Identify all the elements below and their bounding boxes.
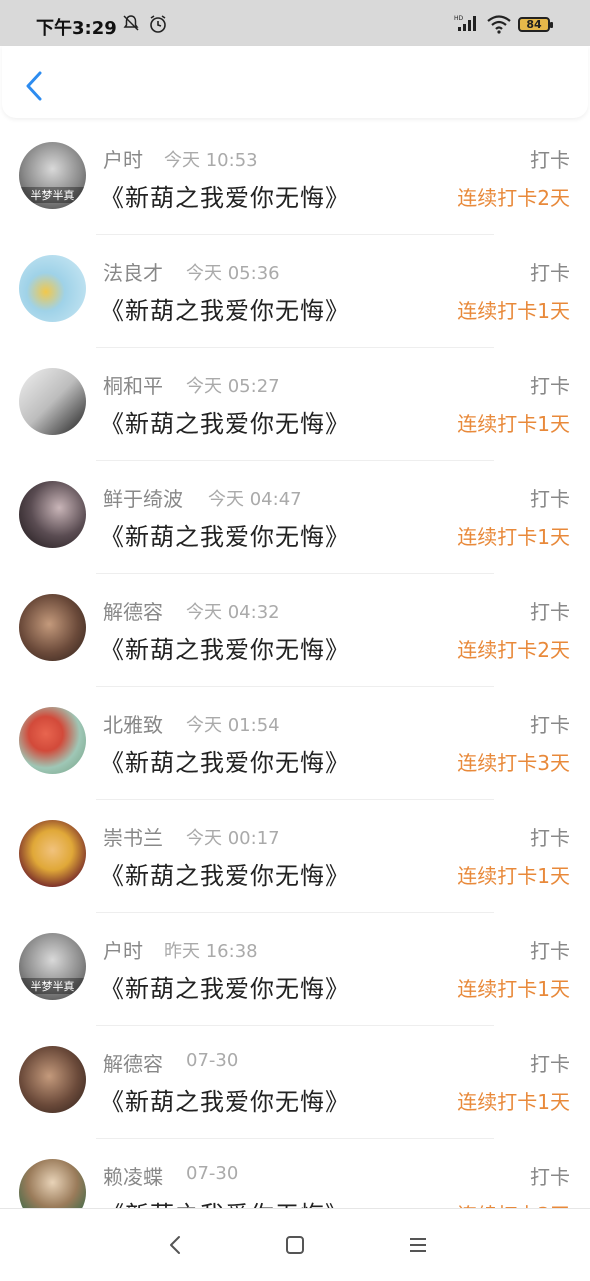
list-item[interactable]: 鲜于绮波 今天 04:47 《新葫之我爱你无悔》 打卡 连续打卡1天 bbox=[0, 461, 590, 574]
checkin-label: 打卡 bbox=[530, 1052, 570, 1076]
book-title[interactable]: 《新葫之我爱你无悔》 bbox=[100, 969, 350, 1004]
signal-icon: HD bbox=[454, 15, 476, 31]
checkin-time: 今天 01:54 bbox=[186, 715, 280, 736]
avatar[interactable]: 半梦半真 bbox=[19, 142, 86, 209]
checkin-label: 打卡 bbox=[530, 148, 570, 172]
book-title[interactable]: 《新葫之我爱你无悔》 bbox=[100, 743, 350, 778]
book-title[interactable]: 《新葫之我爱你无悔》 bbox=[100, 630, 350, 665]
avatar-watermark: 半梦半真 bbox=[19, 978, 86, 994]
list-item[interactable]: 桐和平 今天 05:27 《新葫之我爱你无悔》 打卡 连续打卡1天 bbox=[0, 348, 590, 461]
checkin-label: 打卡 bbox=[530, 939, 570, 963]
list-item[interactable]: 北雅致 今天 01:54 《新葫之我爱你无悔》 打卡 连续打卡3天 bbox=[0, 687, 590, 800]
chevron-left-icon[interactable] bbox=[22, 70, 46, 102]
checkin-time: 07-30 bbox=[186, 1050, 239, 1071]
user-name[interactable]: 法良才 bbox=[103, 257, 163, 286]
wifi-icon bbox=[487, 15, 511, 34]
avatar[interactable] bbox=[19, 820, 86, 887]
list-item[interactable]: 解德容 07-30 《新葫之我爱你无悔》 打卡 连续打卡1天 bbox=[0, 1026, 590, 1139]
user-name[interactable]: 户时 bbox=[103, 935, 143, 964]
status-time: 下午3:29 bbox=[36, 18, 117, 39]
user-name[interactable]: 桐和平 bbox=[103, 370, 163, 399]
home-icon[interactable] bbox=[283, 1233, 307, 1257]
checkin-label: 打卡 bbox=[530, 713, 570, 737]
streak-text: 连续打卡3天 bbox=[457, 751, 570, 775]
checkin-label: 打卡 bbox=[530, 261, 570, 285]
user-name[interactable]: 户时 bbox=[103, 144, 143, 173]
avatar-watermark: 半梦半真 bbox=[19, 187, 86, 203]
checkin-time: 今天 04:32 bbox=[186, 602, 280, 623]
list-item[interactable]: 解德容 今天 04:32 《新葫之我爱你无悔》 打卡 连续打卡2天 bbox=[0, 574, 590, 687]
checkin-time: 今天 00:17 bbox=[186, 828, 280, 849]
book-title[interactable]: 《新葫之我爱你无悔》 bbox=[100, 404, 350, 439]
user-name[interactable]: 崇书兰 bbox=[103, 822, 163, 851]
checkin-list: 半梦半真 户时 今天 10:53 《新葫之我爱你无悔》 打卡 连续打卡2天 法良… bbox=[0, 122, 590, 1208]
app-header bbox=[2, 46, 588, 118]
list-item[interactable]: 半梦半真 户时 今天 10:53 《新葫之我爱你无悔》 打卡 连续打卡2天 bbox=[0, 122, 590, 235]
avatar[interactable] bbox=[19, 255, 86, 322]
avatar[interactable] bbox=[19, 594, 86, 661]
checkin-label: 打卡 bbox=[530, 374, 570, 398]
book-title[interactable]: 《新葫之我爱你无悔》 bbox=[100, 1195, 350, 1208]
system-nav-bar bbox=[0, 1208, 590, 1281]
checkin-label: 打卡 bbox=[530, 1165, 570, 1189]
user-name[interactable]: 解德容 bbox=[103, 596, 163, 625]
checkin-label: 打卡 bbox=[530, 826, 570, 850]
battery-icon: 84 bbox=[518, 17, 553, 32]
mute-bell-icon bbox=[123, 15, 139, 31]
user-name[interactable]: 赖凌蝶 bbox=[103, 1161, 163, 1190]
svg-text:HD: HD bbox=[454, 15, 464, 22]
streak-text: 连续打卡1天 bbox=[457, 525, 570, 549]
list-item[interactable]: 法良才 今天 05:36 《新葫之我爱你无悔》 打卡 连续打卡1天 bbox=[0, 235, 590, 348]
checkin-time: 今天 04:47 bbox=[208, 489, 302, 510]
avatar[interactable] bbox=[19, 707, 86, 774]
checkin-time: 今天 05:36 bbox=[186, 263, 280, 284]
alarm-icon bbox=[150, 15, 166, 33]
list-item[interactable]: 赖凌蝶 07-30 《新葫之我爱你无悔》 打卡 连续打卡3天 bbox=[0, 1139, 590, 1208]
streak-text: 连续打卡1天 bbox=[457, 299, 570, 323]
avatar[interactable] bbox=[19, 1046, 86, 1113]
user-name[interactable]: 鲜于绮波 bbox=[103, 483, 183, 512]
avatar[interactable]: 半梦半真 bbox=[19, 933, 86, 1000]
checkin-label: 打卡 bbox=[530, 487, 570, 511]
streak-text: 连续打卡1天 bbox=[457, 864, 570, 888]
streak-text: 连续打卡2天 bbox=[457, 638, 570, 662]
book-title[interactable]: 《新葫之我爱你无悔》 bbox=[100, 291, 350, 326]
checkin-label: 打卡 bbox=[530, 600, 570, 624]
book-title[interactable]: 《新葫之我爱你无悔》 bbox=[100, 856, 350, 891]
list-item[interactable]: 崇书兰 今天 00:17 《新葫之我爱你无悔》 打卡 连续打卡1天 bbox=[0, 800, 590, 913]
checkin-time: 今天 10:53 bbox=[164, 150, 258, 171]
avatar[interactable] bbox=[19, 481, 86, 548]
book-title[interactable]: 《新葫之我爱你无悔》 bbox=[100, 1082, 350, 1117]
streak-text: 连续打卡1天 bbox=[457, 1090, 570, 1114]
checkin-time: 07-30 bbox=[186, 1163, 239, 1184]
menu-icon[interactable] bbox=[406, 1233, 430, 1257]
back-icon[interactable] bbox=[164, 1233, 188, 1257]
book-title[interactable]: 《新葫之我爱你无悔》 bbox=[100, 517, 350, 552]
avatar[interactable] bbox=[19, 1159, 86, 1208]
streak-text: 连续打卡1天 bbox=[457, 977, 570, 1001]
checkin-time: 昨天 16:38 bbox=[164, 941, 258, 962]
streak-text: 连续打卡3天 bbox=[457, 1199, 570, 1208]
book-title[interactable]: 《新葫之我爱你无悔》 bbox=[100, 178, 350, 213]
list-item[interactable]: 半梦半真 户时 昨天 16:38 《新葫之我爱你无悔》 打卡 连续打卡1天 bbox=[0, 913, 590, 1026]
streak-text: 连续打卡1天 bbox=[457, 412, 570, 436]
streak-text: 连续打卡2天 bbox=[457, 186, 570, 210]
avatar[interactable] bbox=[19, 368, 86, 435]
status-bar: 下午3:29 HD 84 bbox=[0, 0, 590, 46]
user-name[interactable]: 北雅致 bbox=[103, 709, 163, 738]
user-name[interactable]: 解德容 bbox=[103, 1048, 163, 1077]
checkin-time: 今天 05:27 bbox=[186, 376, 280, 397]
